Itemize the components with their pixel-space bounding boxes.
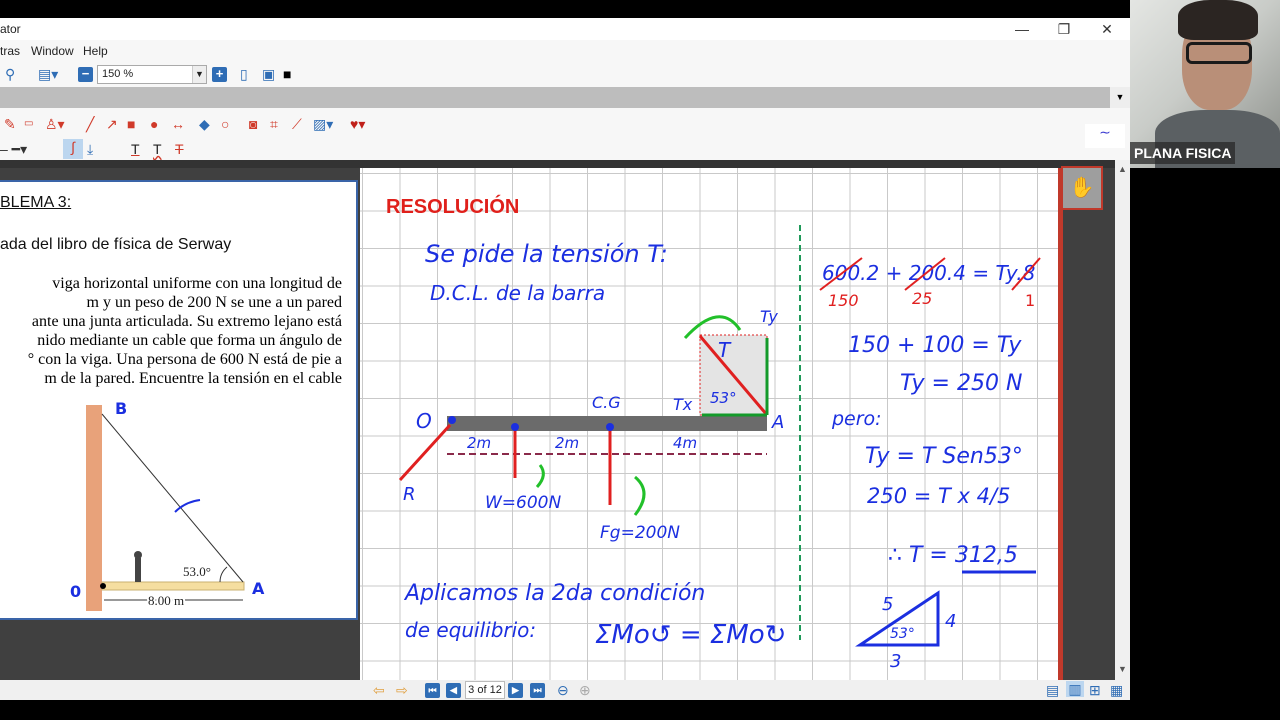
- menu-extras[interactable]: tras: [0, 44, 20, 58]
- single-page-icon[interactable]: ▤: [1046, 682, 1059, 698]
- line-style-icon[interactable]: ‒ ━▾: [0, 141, 27, 157]
- webcam-feed: PLANA FISICA: [1130, 0, 1280, 168]
- chevron-down-icon[interactable]: ▼: [192, 66, 206, 83]
- stamp-icon[interactable]: ♙▾: [45, 116, 65, 132]
- continuous-icon[interactable]: ▥: [1066, 681, 1084, 697]
- minimize-button[interactable]: —: [1002, 18, 1042, 40]
- pen-preview-icon: ∼: [1085, 124, 1125, 148]
- problem-text-line: viga horizontal uniforme con una longitu…: [52, 275, 342, 292]
- problem-text-line: ante una junta articulada. Su extremo le…: [31, 313, 342, 330]
- resolution-heading: RESOLUCIÓN: [386, 196, 520, 218]
- participant-name: PLANA FISICA: [1130, 142, 1236, 164]
- divider: [0, 160, 1130, 168]
- tool-strip: ▼: [0, 87, 1130, 108]
- glasses: [1186, 42, 1252, 64]
- menu-bar: tras Window Help: [0, 40, 1130, 62]
- image-icon[interactable]: ▨▾: [313, 116, 333, 132]
- smooth-icon[interactable]: ⤓: [87, 141, 93, 157]
- problem-text-line: ° con la viga. Una persona de 600 N está…: [27, 351, 342, 368]
- fit-width-icon[interactable]: ▣: [262, 66, 275, 82]
- chevron-down-icon[interactable]: ▼: [1110, 87, 1130, 108]
- textbox-icon[interactable]: ▭: [24, 116, 33, 132]
- prev-page-button[interactable]: ◀: [446, 683, 461, 698]
- rectangle-icon[interactable]: ■: [127, 116, 135, 132]
- crop-icon[interactable]: ⌗: [270, 116, 278, 132]
- next-doc-icon[interactable]: ⇨: [396, 682, 408, 698]
- window-title: ator: [0, 22, 21, 36]
- page-number-input[interactable]: 3 of 12: [465, 681, 505, 699]
- zoom-in-button[interactable]: +: [212, 67, 227, 82]
- next-page-button[interactable]: ▶: [508, 683, 523, 698]
- facing-icon[interactable]: ⊞: [1089, 682, 1101, 698]
- title-bar: ator — ❐ ✕: [0, 18, 1130, 40]
- back-icon[interactable]: ⊖: [557, 682, 569, 698]
- problem-text-line: nido mediante un cable que forma un ángu…: [37, 332, 342, 349]
- forward-icon[interactable]: ⊕: [579, 682, 591, 698]
- camera-icon[interactable]: ◙: [249, 116, 257, 132]
- measure-icon[interactable]: ↔: [171, 116, 185, 132]
- lasso-icon[interactable]: ○: [221, 116, 229, 132]
- strikeout-icon[interactable]: T: [175, 141, 184, 157]
- freehand-icon[interactable]: ∫: [63, 139, 83, 159]
- squiggly-icon[interactable]: T: [153, 141, 162, 157]
- facing-continuous-icon[interactable]: ▦: [1110, 682, 1123, 698]
- menu-window[interactable]: Window: [31, 44, 74, 58]
- ruler-icon[interactable]: ⟋: [292, 116, 302, 132]
- zoom-value: 150 %: [102, 68, 134, 80]
- ellipse-icon[interactable]: ●: [150, 116, 158, 132]
- prev-doc-icon[interactable]: ⇦: [373, 682, 385, 698]
- problem-title: BLEMA 3:: [0, 194, 72, 211]
- problem-text-line: m de la pared. Encuentre la tensión en e…: [44, 370, 342, 387]
- problem-page: BLEMA 3: ada del libro de física de Serw…: [0, 180, 358, 620]
- find-icon[interactable]: ⚲: [5, 66, 15, 82]
- hair: [1178, 0, 1258, 40]
- pan-hand-button[interactable]: ✋: [1061, 166, 1103, 210]
- arrow-icon[interactable]: ↗: [106, 116, 118, 132]
- line-icon[interactable]: ╱: [86, 116, 94, 132]
- fullscreen-icon[interactable]: ■: [283, 66, 291, 82]
- problem-subtitle: ada del libro de física de Serway: [0, 236, 232, 253]
- fit-page-icon[interactable]: ▯: [240, 66, 248, 82]
- restore-button[interactable]: ❐: [1044, 18, 1084, 40]
- vertical-scrollbar[interactable]: ▲ ▼: [1115, 160, 1130, 680]
- page-border: [1058, 168, 1063, 680]
- status-bar: ⇦ ⇨ ⏮ ◀ ▶ ⏭ ⊖ ⊕ ▤ ▥ ⊞ ▦: [0, 680, 1130, 700]
- zoom-select[interactable]: 150 % ▼: [97, 65, 207, 84]
- highlighter-icon[interactable]: ✎: [4, 116, 16, 132]
- eraser-icon[interactable]: ◆: [199, 116, 210, 132]
- first-page-button[interactable]: ⏮: [425, 683, 440, 698]
- annotation-toolbar: ✎ ▭ ♙▾ ╱ ↗ ■ ● ↔ ◆ ○ ◙ ⌗ ⟋ ▨▾ ♥▾ ‒ ━▾ ∫ …: [0, 108, 1130, 160]
- underline-icon[interactable]: T: [131, 141, 140, 157]
- problem-text-line: m y un peso de 200 N se une a un pared: [86, 294, 343, 311]
- favorites-icon[interactable]: ♥▾: [350, 116, 365, 132]
- close-button[interactable]: ✕: [1087, 18, 1127, 40]
- layout-icon[interactable]: ▤▾: [38, 66, 58, 82]
- last-page-button[interactable]: ⏭: [530, 683, 545, 698]
- whiteboard-canvas[interactable]: [360, 168, 1060, 680]
- zoom-out-button[interactable]: −: [78, 67, 93, 82]
- menu-help[interactable]: Help: [83, 44, 108, 58]
